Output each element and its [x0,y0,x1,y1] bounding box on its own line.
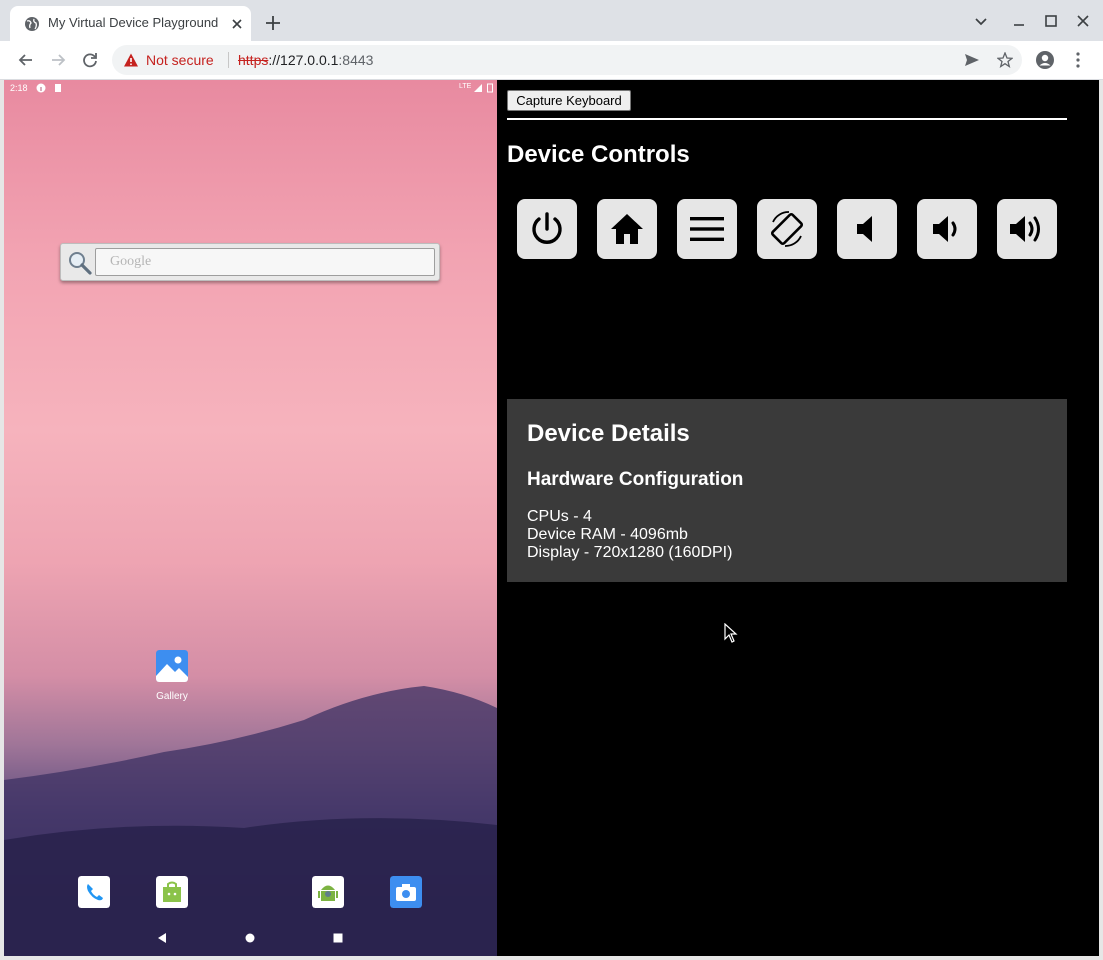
url-separator: :// [268,52,281,68]
not-secure-label[interactable]: Not secure [146,52,214,68]
back-arrow-icon[interactable] [16,50,36,70]
power-icon [532,212,562,244]
android-icon[interactable] [312,876,344,908]
new-tab-icon[interactable] [264,14,282,32]
cpus-value: CPUs - 4 [527,508,592,525]
home-icon [611,214,643,244]
close-tab-icon[interactable] [229,16,245,32]
phone-icon[interactable] [78,876,110,908]
divider [507,118,1067,120]
rotate-button[interactable] [757,199,817,259]
rotate-icon [770,211,804,247]
send-icon[interactable] [964,52,980,68]
page-frame-right [1099,80,1103,960]
status-battery-icon [487,83,493,93]
android-status-bar: 2:18 LTE [4,80,497,98]
maximize-icon[interactable] [1042,12,1060,30]
google-search-widget[interactable]: Google [60,243,440,281]
browser-toolbar: Not secure https://127.0.0.1:8443 [0,41,1103,80]
status-signal-icon [474,84,482,92]
hardware-configuration-heading: Hardware Configuration [527,469,744,490]
ram-value: Device RAM - 4096mb [527,526,688,543]
url-text[interactable]: https://127.0.0.1:8443 [238,52,373,68]
recents-icon[interactable] [330,930,346,946]
home-button[interactable] [597,199,657,259]
url-host: 127.0.0.1 [280,52,339,68]
bookmark-star-icon[interactable] [997,52,1013,68]
address-divider [228,52,229,68]
browser-tab-strip: My Virtual Device Playground [0,0,1103,41]
menu-icon [690,217,724,241]
camera-icon[interactable] [390,876,422,908]
status-network: LTE [459,83,472,90]
profile-avatar-icon[interactable] [1035,50,1055,70]
device-controls-heading: Device Controls [507,141,690,168]
volume-up-button[interactable] [997,199,1057,259]
close-window-icon[interactable] [1074,12,1092,30]
emulator-screen[interactable]: 2:18 LTE Google Gallery [4,80,497,956]
globe-icon [25,17,39,31]
volume-up-icon [1010,216,1040,242]
device-details-panel: Device Details Hardware Configuration CP… [507,399,1067,582]
tab-title: My Virtual Device Playground [48,15,219,30]
volume-mute-icon [857,216,872,242]
url-port: :8443 [338,52,374,68]
minimize-icon[interactable] [1010,12,1028,30]
home-circle-icon[interactable] [242,930,258,946]
google-search-placeholder: Google [110,254,152,269]
status-info-icon [36,83,46,93]
volume-down-button[interactable] [917,199,977,259]
android-nav-bar [4,920,497,956]
menu-button[interactable] [677,199,737,259]
warning-icon[interactable] [123,52,139,68]
forward-arrow-icon[interactable] [48,50,68,70]
gallery-icon[interactable] [156,650,188,682]
page-content: 2:18 LTE Google Gallery Capture Keyboard… [0,80,1103,960]
gallery-label[interactable]: Gallery [142,691,202,702]
device-details-heading: Device Details [527,420,690,447]
volume-down-icon [933,216,957,242]
address-bar[interactable]: Not secure https://127.0.0.1:8443 [112,45,1022,75]
search-icon [69,252,92,275]
back-icon[interactable] [154,930,170,946]
mouse-cursor-icon [724,623,738,643]
power-button[interactable] [517,199,577,259]
capture-keyboard-button[interactable]: Capture Keyboard [507,90,631,111]
reload-icon[interactable] [80,50,100,70]
google-search-field[interactable]: Google [95,248,435,276]
browser-tab[interactable]: My Virtual Device Playground [10,6,251,41]
display-value: Display - 720x1280 (160DPI) [527,544,733,561]
status-sd-card-icon [55,84,61,92]
wallpaper-mountains [4,686,497,956]
page-frame-bottom [0,956,1103,960]
more-menu-icon[interactable] [1068,50,1088,70]
url-scheme: https [238,52,269,68]
tab-search-icon[interactable] [972,12,990,30]
volume-mute-button[interactable] [837,199,897,259]
status-time: 2:18 [10,83,28,93]
store-icon[interactable] [156,876,188,908]
